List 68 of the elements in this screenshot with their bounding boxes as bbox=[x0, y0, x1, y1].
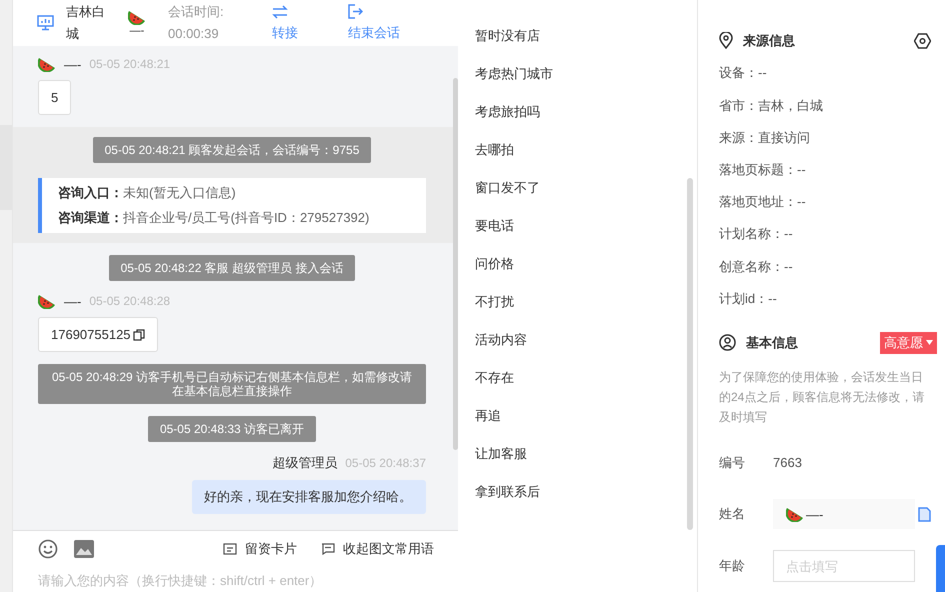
message-time: 05-05 20:48:37 bbox=[345, 456, 426, 470]
entry-value: 未知(暂无入口信息) bbox=[123, 185, 236, 200]
quick-reply-item[interactable]: 去哪拍 bbox=[475, 141, 697, 179]
message-bubble: 好的亲，现在安排客服加您介绍哈。 bbox=[192, 480, 426, 514]
field-label: 姓名 bbox=[719, 505, 746, 524]
quick-reply-item[interactable]: 考虑热门城市 bbox=[475, 65, 697, 103]
caret-icon bbox=[926, 340, 933, 346]
section-title: 来源信息 bbox=[743, 32, 795, 50]
entry-label: 咨询渠道： bbox=[58, 210, 123, 225]
quick-reply-item[interactable]: 暂时没有店 bbox=[475, 27, 697, 65]
sender-name: —- bbox=[64, 294, 82, 308]
quick-reply-item[interactable]: 不存在 bbox=[475, 369, 697, 407]
message-icon bbox=[321, 543, 335, 555]
system-notice: 05-05 20:48:21 顾客发起会话，会话编号：9755 bbox=[92, 137, 372, 163]
exit-icon bbox=[348, 4, 363, 19]
watermelon-icon bbox=[38, 56, 56, 72]
field-label: 年龄 bbox=[719, 557, 746, 576]
notice-text: 为了保障您的使用体验，会话发生当日的24点之后，顾客信息将无法修改，请及时填写 bbox=[719, 368, 926, 426]
visitor-location: 吉林白城 bbox=[66, 3, 106, 43]
emoji-icon[interactable] bbox=[38, 539, 58, 559]
source-info-row-text: 计划id：-- bbox=[719, 290, 778, 308]
sender-name: —- bbox=[64, 56, 82, 72]
watermelon-icon bbox=[128, 9, 146, 25]
source-info-row-text: 落地页标题：-- bbox=[719, 161, 807, 180]
system-notice: 05-05 20:48:29 访客手机号已自动标记右侧基本信息栏，如需修改请在基本信息栏直接操作 bbox=[38, 364, 426, 404]
sender-name: 超级管理员 bbox=[272, 454, 338, 472]
entry-label: 咨询入口： bbox=[58, 185, 123, 200]
visitor-name: —- bbox=[130, 25, 144, 37]
quick-reply-item[interactable]: 让加客服 bbox=[475, 445, 697, 483]
source-info-row-text: 落地页地址：-- bbox=[719, 193, 807, 212]
entry-value: 抖音企业号/员工号(抖音号ID：279527392) bbox=[123, 210, 370, 225]
field-label: 编号 bbox=[719, 454, 746, 472]
message-bubble: 17690755125 bbox=[38, 317, 158, 352]
system-notice: 05-05 20:48:33 访客已离开 bbox=[148, 416, 316, 442]
source-info-row-text: 来源：直接访问 bbox=[719, 128, 811, 147]
quick-reply-item[interactable]: 再追 bbox=[475, 407, 697, 445]
quick-reply-item[interactable]: 拿到联系后 bbox=[475, 483, 697, 521]
quick-reply-item[interactable]: 不打扰 bbox=[475, 293, 697, 331]
monitor-icon bbox=[37, 15, 54, 31]
card-icon bbox=[223, 543, 237, 555]
source-info-row-text: 计划名称：-- bbox=[719, 225, 794, 244]
user-circle-icon bbox=[719, 334, 736, 352]
system-notice: 05-05 20:48:22 客服 超级管理员 接入会话 bbox=[108, 255, 356, 281]
timer-label: 会话时间: bbox=[168, 3, 225, 21]
source-info-row-text: 设备：-- bbox=[719, 64, 768, 82]
watermelon-icon bbox=[38, 293, 56, 309]
quick-reply-item[interactable]: 窗口发不了 bbox=[475, 179, 697, 217]
quick-reply-item[interactable]: 问价格 bbox=[475, 255, 697, 293]
collapse-phrases-button[interactable]: 收起图文常用语 bbox=[321, 540, 434, 558]
copy-icon[interactable] bbox=[132, 328, 145, 340]
swap-arrows-icon bbox=[272, 4, 288, 18]
message-bubble: 5 bbox=[38, 80, 72, 115]
message-time: 05-05 20:48:28 bbox=[89, 294, 170, 308]
quick-reply-item[interactable]: 考虑旅拍吗 bbox=[475, 103, 697, 141]
section-title: 基本信息 bbox=[746, 334, 798, 352]
message-time: 05-05 20:48:21 bbox=[89, 57, 170, 71]
quick-reply-item[interactable]: 要电话 bbox=[475, 217, 697, 255]
source-info-row-text: 创意名称：-- bbox=[719, 258, 794, 276]
source-info-row-text: 省市：吉林，白城 bbox=[719, 96, 824, 115]
quick-reply-item[interactable]: 活动内容 bbox=[475, 331, 697, 369]
lead-card-button[interactable]: 留资卡片 bbox=[223, 540, 297, 558]
name-field[interactable]: —- bbox=[773, 499, 915, 530]
image-icon[interactable] bbox=[74, 540, 94, 558]
session-timer: 00:00:39 bbox=[168, 25, 220, 43]
field-value: 7663 bbox=[773, 455, 802, 470]
watermelon-icon bbox=[786, 506, 804, 522]
location-pin-icon bbox=[719, 32, 733, 50]
hexagon-settings-icon[interactable] bbox=[914, 32, 931, 49]
